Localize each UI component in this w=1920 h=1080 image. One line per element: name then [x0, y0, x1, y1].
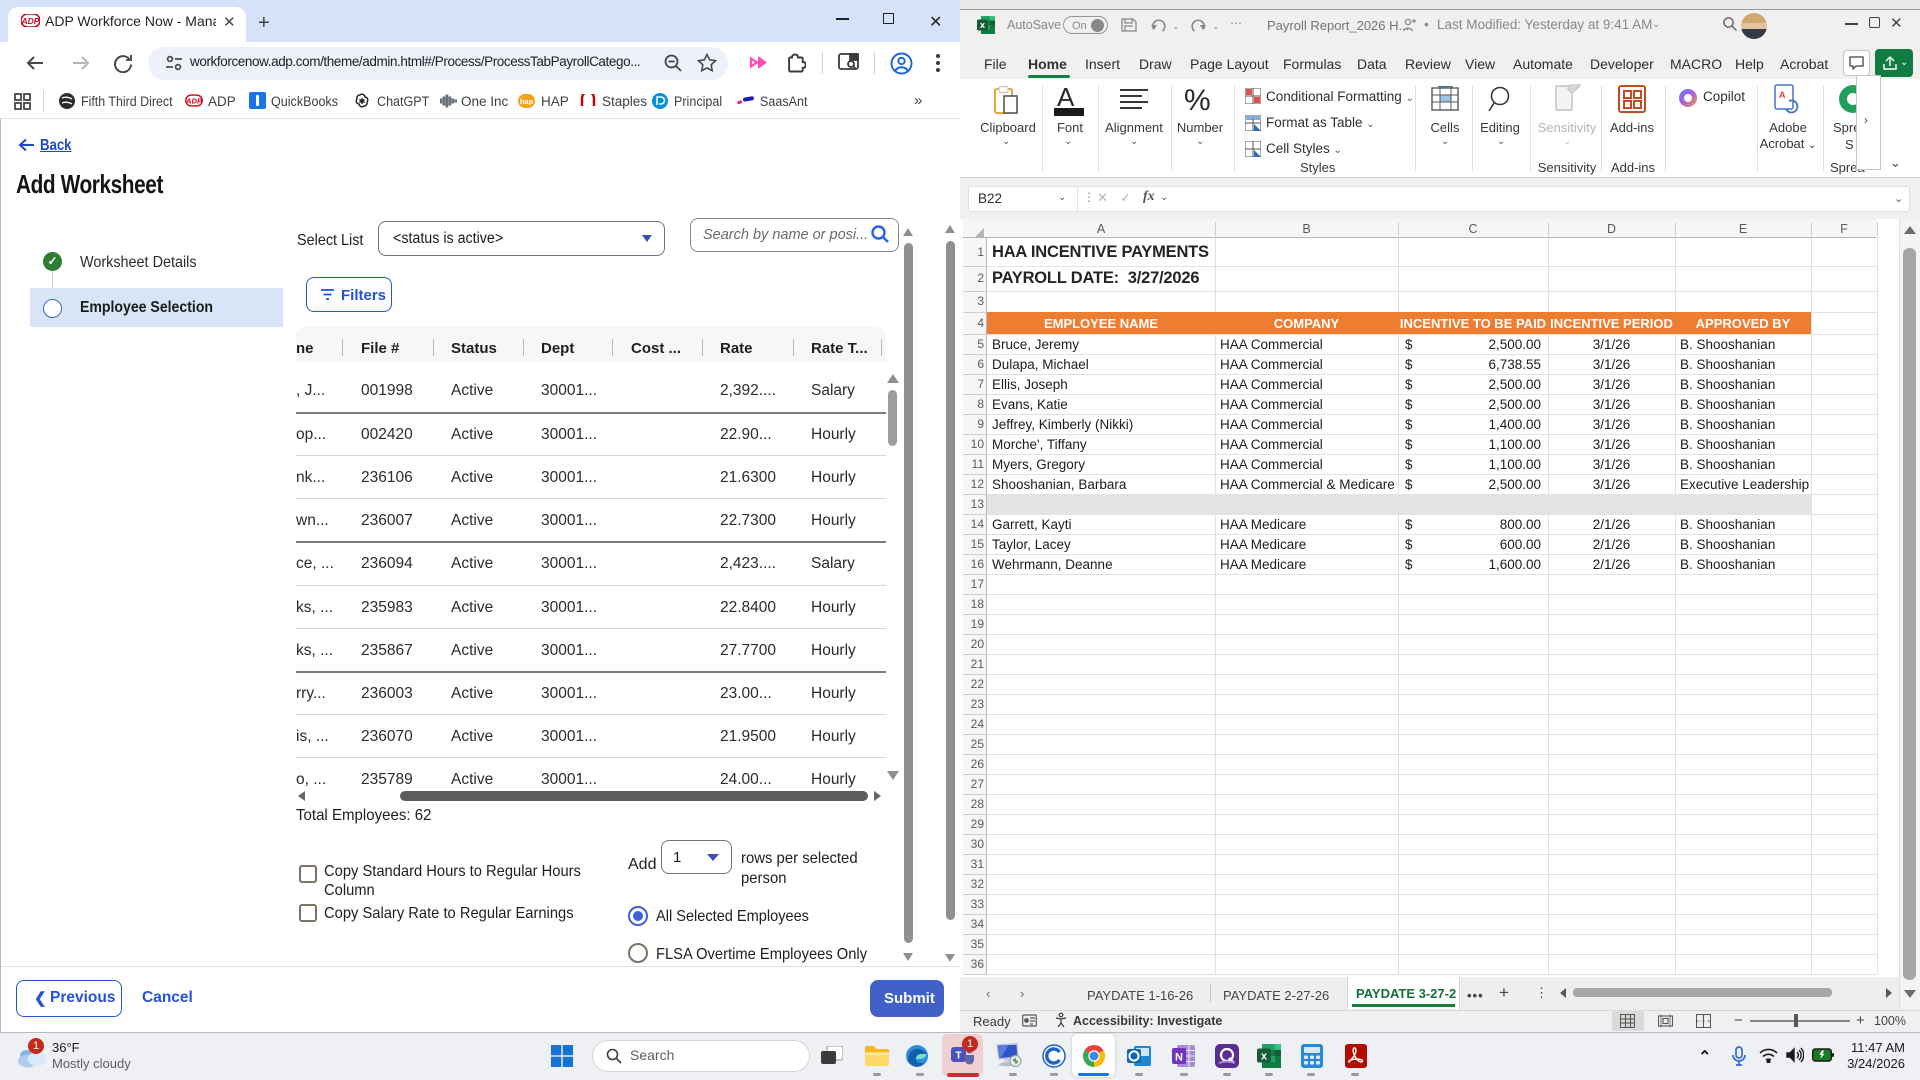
- svg-text:x: x: [1261, 1051, 1268, 1063]
- svg-text:N: N: [1175, 1052, 1183, 1064]
- svg-text:T: T: [955, 1051, 961, 1062]
